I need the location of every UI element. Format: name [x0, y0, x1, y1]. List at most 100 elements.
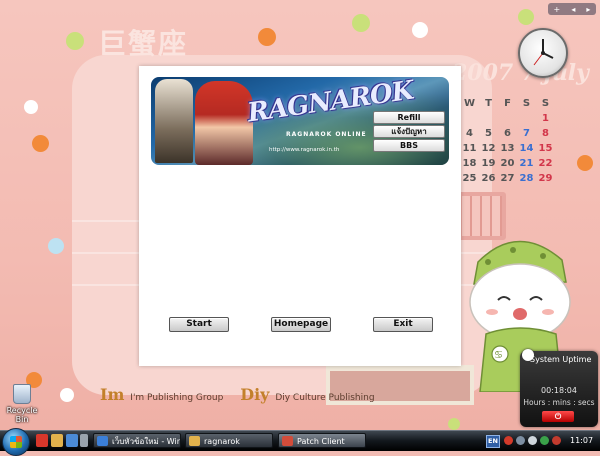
- exit-button[interactable]: Exit: [373, 317, 433, 332]
- banner-url: http://www.ragnarok.in.th: [269, 147, 340, 153]
- sidebar-gadget-controls: + ◂ ▸: [548, 3, 596, 15]
- calendar-date: 11: [462, 143, 477, 154]
- calendar-date: 29: [538, 173, 553, 184]
- publisher-logos: Im I'm Publishing Group Diy Diy Culture …: [100, 385, 389, 404]
- task-label: เว็บหัวข้อใหม่ - Wind...: [112, 437, 181, 446]
- calendar-date: 18: [462, 158, 477, 169]
- calendar-day-header: T: [485, 98, 492, 109]
- next-gadget-button[interactable]: ▸: [586, 5, 590, 14]
- start-button-orb[interactable]: [2, 428, 30, 456]
- decor-dot: [518, 9, 534, 25]
- uptime-value: 00:18:04: [541, 386, 577, 395]
- homepage-button[interactable]: Homepage: [271, 317, 331, 332]
- banner-subtitle: RAGNAROK ONLINE: [286, 131, 367, 138]
- tray-alert-icon[interactable]: [552, 436, 561, 445]
- taskbar-task-ragnarok-folder[interactable]: ragnarok: [185, 433, 273, 448]
- system-uptime-gadget: System Uptime 00:18:04 Hours : mins : se…: [520, 349, 598, 427]
- recycle-bin-label: Recycle Bin: [6, 406, 38, 424]
- decor-dot: [24, 100, 38, 114]
- decor-dot: [32, 135, 49, 152]
- calendar-date: 15: [538, 143, 553, 154]
- publisher-2-name: Diy Culture Publishing: [275, 393, 375, 403]
- decor-dot: [412, 22, 428, 38]
- calendar-date: 26: [481, 173, 496, 184]
- calendar-week: 4 5 6 7 8: [460, 126, 555, 141]
- calendar-date: 27: [500, 173, 515, 184]
- banner-character-girl: [195, 81, 253, 165]
- tray-security-icon[interactable]: [540, 436, 549, 445]
- calendar-date: 13: [500, 143, 515, 154]
- wallpaper-calendar: W T F S S 1 4 5 6 7 8 11 12 13 14 15 18 …: [460, 96, 555, 186]
- task-label: ragnarok: [204, 437, 240, 446]
- wallpaper-title: 巨蟹座: [98, 27, 189, 60]
- patch-client-task-icon: [282, 436, 293, 446]
- bbs-button[interactable]: BBS: [373, 139, 445, 152]
- add-gadget-button[interactable]: +: [554, 5, 561, 14]
- tray-network-icon[interactable]: [516, 436, 525, 445]
- decor-dot: [258, 28, 276, 46]
- calendar-date: 20: [500, 158, 515, 169]
- taskbar-clock[interactable]: 11:07: [570, 431, 593, 451]
- calendar-date: 4: [466, 128, 473, 139]
- calendar-week: 11 12 13 14 15: [460, 141, 555, 156]
- taskbar-task-browser[interactable]: เว็บหัวข้อใหม่ - Wind...: [93, 433, 181, 448]
- calendar-day-header: S: [522, 98, 531, 109]
- calendar-date: 12: [481, 143, 496, 154]
- calendar-date: 25: [462, 173, 477, 184]
- calendar-week: 1: [460, 111, 555, 126]
- quicklaunch-folder-icon[interactable]: [51, 434, 63, 447]
- decor-dot: [577, 155, 593, 171]
- publisher-1-logo: Im: [100, 385, 125, 404]
- banner-character-knight: [155, 79, 193, 163]
- language-indicator[interactable]: EN: [486, 435, 500, 448]
- recycle-bin-icon: [13, 384, 31, 404]
- calendar-date: 7: [523, 128, 530, 139]
- decor-dot: [448, 418, 460, 430]
- report-problem-button[interactable]: แจ้งปัญหา: [373, 125, 445, 138]
- calendar-week: 25 26 27 28 29: [460, 171, 555, 186]
- tray-volume-icon[interactable]: [528, 436, 537, 445]
- calendar-date: 1: [542, 113, 549, 124]
- decor-dot: [48, 238, 64, 254]
- calendar-date: 19: [481, 158, 496, 169]
- calendar-day-header: S: [541, 98, 550, 109]
- decor-dot: [60, 388, 74, 402]
- svg-text:♋: ♋: [494, 350, 503, 361]
- calendar-date: 21: [519, 158, 534, 169]
- browser-task-icon: [97, 436, 108, 446]
- calendar-date: 28: [519, 173, 534, 184]
- calendar-date: 22: [538, 158, 553, 169]
- publisher-2-logo: Diy: [240, 385, 270, 404]
- decor-dot: [352, 14, 370, 32]
- calendar-date: 8: [542, 128, 549, 139]
- quicklaunch-app-icon[interactable]: [36, 434, 48, 447]
- calendar-week: 18 19 20 21 22: [460, 156, 555, 171]
- calendar-date: 6: [504, 128, 511, 139]
- uptime-label: Hours : mins : secs: [523, 398, 595, 407]
- refill-button[interactable]: Refill: [373, 111, 445, 124]
- power-button[interactable]: ⏻: [542, 411, 574, 422]
- quicklaunch-browser-icon[interactable]: [66, 434, 78, 447]
- clock-gadget[interactable]: [518, 28, 568, 78]
- taskbar: เว็บหัวข้อใหม่ - Wind... ragnarok Patch …: [0, 428, 600, 456]
- calendar-date: 14: [519, 143, 534, 154]
- quicklaunch-more-icon[interactable]: [80, 434, 88, 447]
- calendar-date: 5: [485, 128, 492, 139]
- taskbar-task-patch-client[interactable]: Patch Client: [278, 433, 366, 448]
- uptime-title: System Uptime: [530, 355, 592, 364]
- recycle-bin-desktop-icon[interactable]: Recycle Bin: [2, 384, 42, 424]
- ragnarok-launcher-window: RAGNAROK RAGNAROK ONLINE http://www.ragn…: [139, 66, 461, 366]
- task-label: Patch Client: [297, 437, 345, 446]
- folder-task-icon: [189, 436, 200, 446]
- clock-face-icon: [533, 39, 554, 66]
- windows-logo-icon: [10, 436, 22, 448]
- calendar-day-header: W: [463, 98, 476, 109]
- ragnarok-banner: RAGNAROK RAGNAROK ONLINE http://www.ragn…: [151, 77, 449, 165]
- tray-app-icon[interactable]: [504, 436, 513, 445]
- start-button[interactable]: Start: [169, 317, 229, 332]
- calendar-header: W T F S S: [460, 96, 555, 111]
- decor-dot: [66, 32, 84, 50]
- previous-gadget-button[interactable]: ◂: [571, 5, 575, 14]
- calendar-day-header: F: [504, 98, 511, 109]
- publisher-1-name: I'm Publishing Group: [130, 393, 224, 403]
